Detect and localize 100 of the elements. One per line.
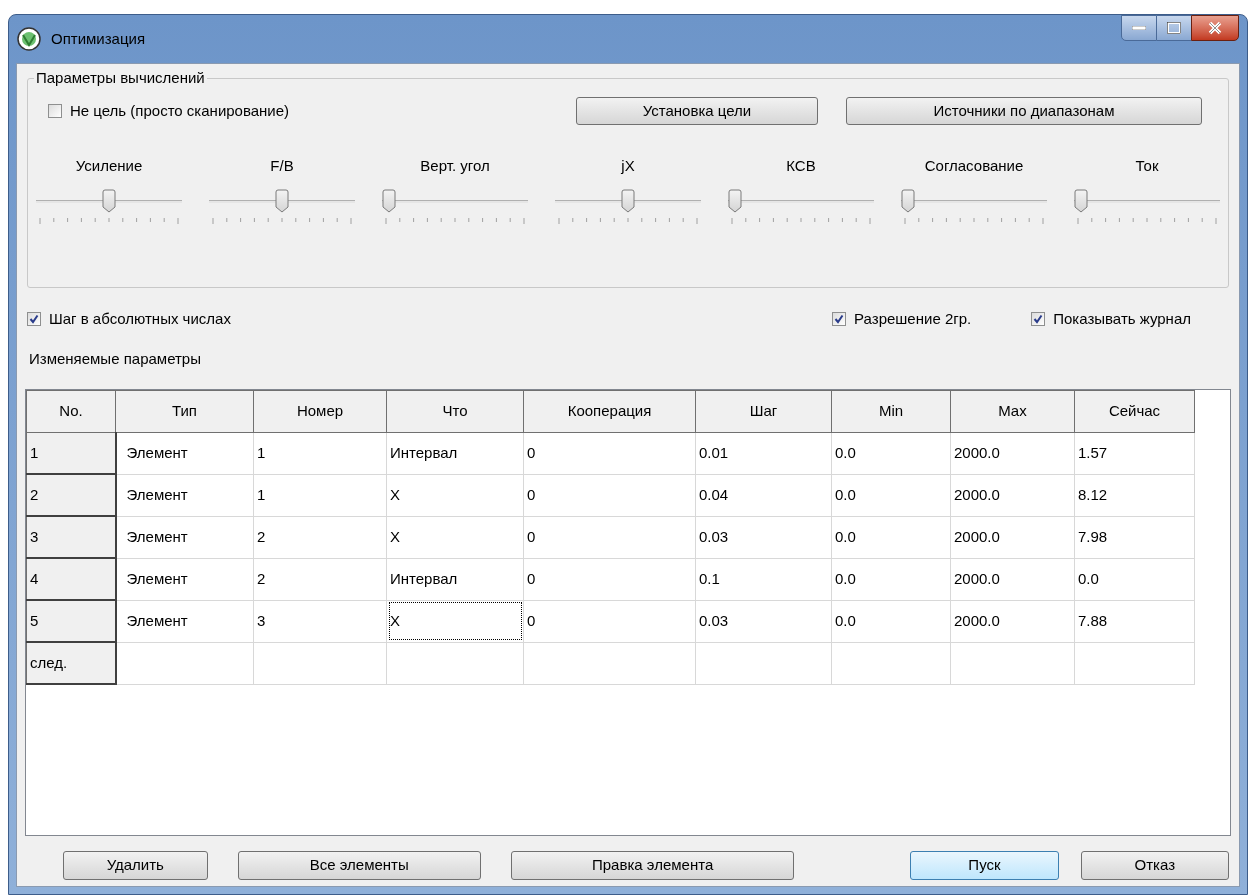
- column-header[interactable]: No.: [26, 390, 116, 432]
- row-header[interactable]: 5: [26, 600, 116, 642]
- section-label: Изменяемые параметры: [29, 349, 202, 369]
- table-cell: 7.88: [1074, 600, 1195, 642]
- table-cell: 0: [523, 432, 696, 474]
- row-header[interactable]: 4: [26, 558, 116, 600]
- slider[interactable]: [728, 189, 874, 213]
- table-cell: 3: [253, 600, 387, 642]
- slider[interactable]: [555, 189, 701, 213]
- slider-thumb[interactable]: [1074, 189, 1088, 213]
- table-cell: 2: [253, 516, 387, 558]
- table-cell: 0.0: [831, 474, 951, 516]
- button[interactable]: Пуск: [910, 850, 1059, 880]
- table-cell: 0.1: [695, 558, 832, 600]
- column-header[interactable]: Сейчас: [1074, 390, 1195, 432]
- minimize-icon: [1132, 26, 1146, 30]
- checkbox[interactable]: [1031, 312, 1046, 326]
- table-cell: 0.03: [695, 516, 832, 558]
- close-icon: [1207, 21, 1223, 35]
- button[interactable]: Удалить: [63, 850, 208, 880]
- table-cell: 1: [253, 432, 387, 474]
- checkbox[interactable]: [832, 312, 847, 326]
- button[interactable]: Отказ: [1080, 850, 1229, 880]
- table-cell: Элемент: [115, 432, 254, 474]
- maximize-icon: [1167, 22, 1181, 34]
- slider-thumb[interactable]: [102, 189, 116, 213]
- column-header[interactable]: Min: [831, 390, 951, 432]
- table-cell: Интервал: [386, 432, 524, 474]
- table-cell: X: [386, 516, 524, 558]
- slider-label: jX: [621, 156, 635, 175]
- table-cell: Элемент: [115, 516, 254, 558]
- row-header[interactable]: 1: [26, 432, 116, 474]
- slider-label: Верт. угол: [420, 156, 490, 175]
- checkbox[interactable]: [48, 104, 62, 118]
- column-header[interactable]: Max: [950, 390, 1075, 432]
- table-cell: 7.98: [1074, 516, 1195, 558]
- table-cell: 0.01: [695, 432, 832, 474]
- slider[interactable]: [36, 189, 182, 213]
- column-header[interactable]: Номер: [253, 390, 387, 432]
- slider-label: Усиление: [75, 156, 143, 175]
- maximize-button[interactable]: [1157, 15, 1191, 41]
- table-cell: Интервал: [386, 558, 524, 600]
- table-cell: 0.04: [695, 474, 832, 516]
- button[interactable]: Все элементы: [237, 850, 481, 880]
- slider-label: Согласование: [924, 156, 1024, 175]
- table-cell: 2: [253, 558, 387, 600]
- table-cell: Элемент: [115, 600, 254, 642]
- app-logo-icon: [17, 27, 41, 51]
- slider[interactable]: [382, 189, 528, 213]
- slider-label: КСВ: [786, 156, 816, 175]
- table-cell: 2000.0: [950, 516, 1075, 558]
- table-cell: 2000.0: [950, 432, 1075, 474]
- checkbox-label: Не цель (просто сканирование): [70, 100, 290, 121]
- slider-thumb[interactable]: [275, 189, 289, 213]
- column-header[interactable]: Кооперация: [523, 390, 696, 432]
- group-title: Параметры вычислений: [34, 69, 207, 87]
- button[interactable]: Установка цели: [576, 97, 818, 125]
- button[interactable]: Правка элемента: [510, 850, 795, 880]
- checkbox-label: Шаг в абсолютных числах: [49, 308, 231, 329]
- checkbox[interactable]: [27, 312, 41, 326]
- table-cell: 0: [523, 600, 696, 642]
- table-cell: 0.03: [695, 600, 832, 642]
- table-cell: 0.0: [831, 558, 951, 600]
- row-header[interactable]: 2: [26, 474, 116, 516]
- table-cell: 1.57: [1074, 432, 1195, 474]
- table-cell: 1: [253, 474, 387, 516]
- slider-thumb[interactable]: [621, 189, 635, 213]
- table-cell: 2000.0: [950, 558, 1075, 600]
- table-cell: Элемент: [115, 558, 254, 600]
- slider-thumb[interactable]: [901, 189, 915, 213]
- table-cell: 0.0: [831, 516, 951, 558]
- table-cell: 2000.0: [950, 600, 1075, 642]
- table-cell: 0: [523, 558, 696, 600]
- slider-label: F/B: [270, 156, 294, 175]
- table-cell: X: [386, 474, 524, 516]
- column-header[interactable]: Тип: [115, 390, 254, 432]
- slider[interactable]: [209, 189, 355, 213]
- slider[interactable]: [1074, 189, 1220, 213]
- table-cell: 8.12: [1074, 474, 1195, 516]
- row-header[interactable]: след.: [26, 642, 116, 684]
- table-cell: 0: [523, 516, 696, 558]
- table-cell: 0.0: [1074, 558, 1195, 600]
- window-title: Оптимизация: [51, 28, 146, 49]
- column-header[interactable]: Шаг: [695, 390, 832, 432]
- table-cell: 2000.0: [950, 474, 1075, 516]
- checkbox-label: Показывать журнал: [1053, 308, 1191, 329]
- row-header[interactable]: 3: [26, 516, 116, 558]
- close-button[interactable]: [1191, 15, 1239, 41]
- checkbox-label: Разрешение 2гр.: [854, 308, 972, 329]
- table-cell: 0.0: [831, 432, 951, 474]
- column-header[interactable]: Что: [386, 390, 524, 432]
- table-cell: X: [386, 600, 524, 642]
- slider-label: Ток: [1135, 156, 1159, 175]
- slider-thumb[interactable]: [382, 189, 396, 213]
- slider-thumb[interactable]: [728, 189, 742, 213]
- table-cell: Элемент: [115, 474, 254, 516]
- button[interactable]: Источники по диапазонам: [846, 97, 1202, 125]
- slider[interactable]: [901, 189, 1047, 213]
- table-cell: 0: [523, 474, 696, 516]
- minimize-button[interactable]: [1121, 15, 1157, 41]
